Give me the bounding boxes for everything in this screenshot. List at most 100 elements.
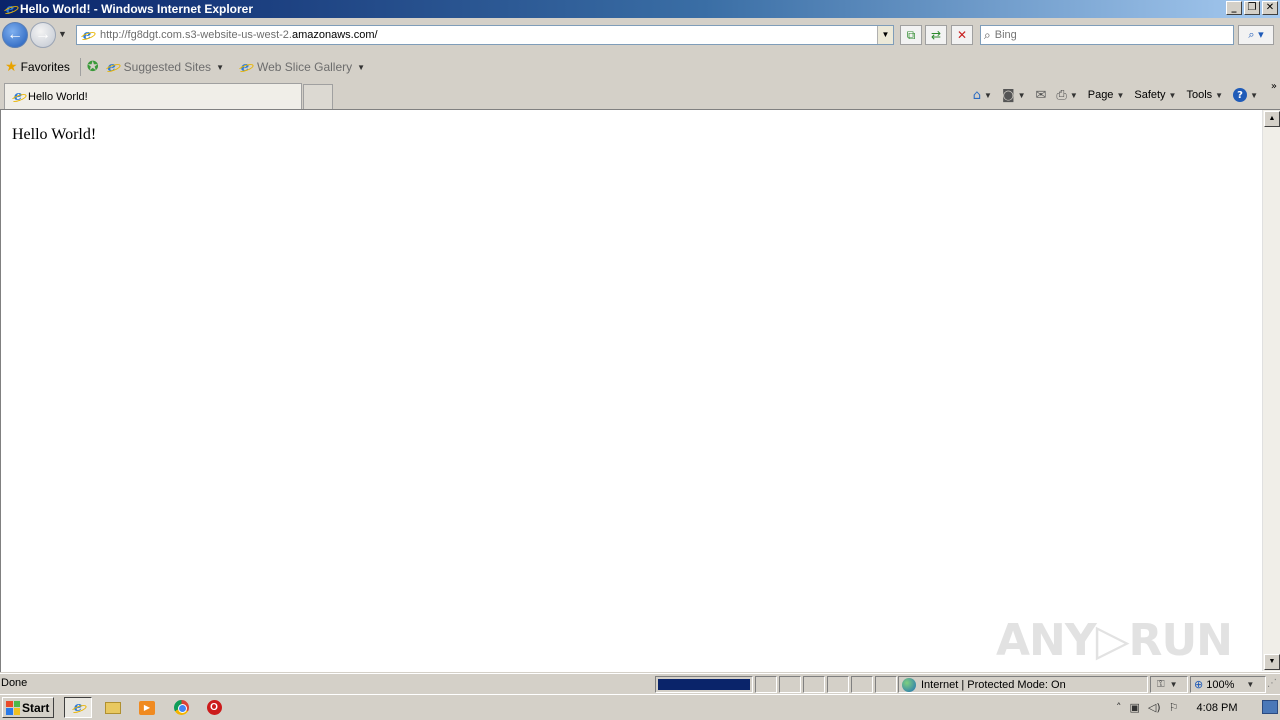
taskbar-chrome[interactable] xyxy=(167,697,195,718)
refresh-icon: ⇄ xyxy=(930,28,942,42)
chevron-down-icon: ▼ xyxy=(216,62,224,72)
back-button[interactable]: ← xyxy=(2,22,28,48)
recent-pages-dropdown[interactable]: ▼ xyxy=(58,29,67,39)
taskbar-internet-explorer[interactable]: e xyxy=(64,697,92,718)
mail-icon: ✉ xyxy=(1035,87,1047,103)
chevron-down-icon: ▼ xyxy=(357,62,366,72)
safety-menu[interactable]: Safety ▼ xyxy=(1134,89,1176,101)
title-bar: e Hello World! - Windows Internet Explor… xyxy=(0,0,1280,18)
address-url[interactable]: http://fg8dgt.com.s3-website-us-west-2.a… xyxy=(100,29,378,41)
zoom-button[interactable]: ⊕ 100% ▼ xyxy=(1190,676,1266,693)
zoom-text: 100% xyxy=(1206,678,1235,691)
start-button[interactable]: Start xyxy=(2,697,54,718)
window-controls: _ ❐ ✕ xyxy=(1226,1,1278,15)
chevron-down-icon: ▼ xyxy=(1017,90,1026,100)
refresh-button[interactable]: ⇄ xyxy=(925,25,947,45)
compatibility-view-button[interactable]: ⧉ xyxy=(900,25,922,45)
suggested-sites-link[interactable]: e Suggested Sites ▼ xyxy=(105,60,224,75)
home-button[interactable]: ⌂ ▼ xyxy=(973,88,992,103)
feeds-button[interactable]: ◙ ▼ xyxy=(1002,88,1026,103)
status-panel xyxy=(827,676,849,693)
command-bar: ⌂ ▼ ◙ ▼ ✉ ⎙ ▼ Page ▼ Safety ▼ Tools ▼ ? ▼ xyxy=(963,85,1272,105)
network-icon[interactable]: ▣ xyxy=(1130,701,1140,714)
taskbar-media-player[interactable]: ▶ xyxy=(133,697,161,718)
help-menu[interactable]: ? ▼ xyxy=(1233,88,1258,102)
printer-icon: ⎙ xyxy=(1056,87,1067,103)
chevron-down-icon: ▼ xyxy=(1069,90,1078,100)
show-desktop-button[interactable] xyxy=(1262,700,1278,714)
compatibility-icon: ⧉ xyxy=(906,28,916,42)
start-label: Start xyxy=(22,700,50,715)
scroll-down-button[interactable]: ▼ xyxy=(1264,654,1280,670)
add-to-favorites-bar-icon[interactable]: ✪ xyxy=(87,59,99,75)
suggested-sites-icon: e xyxy=(105,60,119,75)
close-button[interactable]: ✕ xyxy=(1262,1,1278,15)
status-panel xyxy=(851,676,873,693)
scroll-up-button[interactable]: ▲ xyxy=(1264,111,1280,127)
progress-fill xyxy=(658,679,750,690)
ie-logo-icon: e xyxy=(3,2,17,17)
action-center-flag-icon[interactable]: ⚐ xyxy=(1169,701,1179,714)
folder-icon xyxy=(105,701,121,714)
status-text: Done xyxy=(1,677,28,689)
tab-hello-world[interactable]: e Hello World! xyxy=(4,83,302,109)
address-bar[interactable]: e http://fg8dgt.com.s3-website-us-west-2… xyxy=(76,25,894,45)
more-commands-chevron-icon[interactable]: » xyxy=(1271,81,1277,92)
zoom-icon: ⊕ xyxy=(1194,678,1204,691)
taskbar-opera[interactable]: O xyxy=(200,697,228,718)
tools-menu-label: Tools xyxy=(1186,89,1213,101)
navigation-bar: ← → ▼ e http://fg8dgt.com.s3-website-us-… xyxy=(0,19,1280,53)
progress-bar xyxy=(655,676,753,693)
security-zone-panel[interactable]: Internet | Protected Mode: On xyxy=(898,676,1148,693)
address-domain: amazonaws.com xyxy=(291,29,375,41)
tab-ie-icon: e xyxy=(11,89,25,104)
help-icon: ? xyxy=(1233,88,1248,102)
page-menu-label: Page xyxy=(1087,89,1114,101)
favorites-button[interactable]: ★ Favorites xyxy=(0,59,70,75)
volume-icon[interactable]: ◁) xyxy=(1148,701,1161,714)
chevron-down-icon: ▼ xyxy=(1246,680,1255,689)
search-box[interactable]: ⌕ xyxy=(980,25,1234,45)
page-ie-icon: e xyxy=(80,28,94,43)
address-dropdown-button[interactable]: ▼ xyxy=(877,26,893,44)
windows-logo-icon xyxy=(6,700,20,715)
tools-menu[interactable]: Tools ▼ xyxy=(1186,89,1223,101)
print-button[interactable]: ⎙ ▼ xyxy=(1056,88,1077,103)
web-slice-gallery-link[interactable]: e Web Slice Gallery ▼ xyxy=(238,60,366,75)
status-panel xyxy=(755,676,777,693)
page-menu[interactable]: Page ▼ xyxy=(1088,89,1125,101)
page-content: Hello World! ▲ ▼ ANY▷RUN xyxy=(0,109,1280,672)
show-hidden-icons-icon[interactable]: ˄ xyxy=(1116,701,1122,714)
lock-icon: ⚿ xyxy=(1157,679,1165,690)
chevron-down-icon: ▼ xyxy=(984,90,992,100)
safety-menu-label: Safety xyxy=(1134,89,1166,101)
forward-button[interactable]: → xyxy=(30,22,56,48)
star-icon: ★ xyxy=(5,59,18,75)
minimize-button[interactable]: _ xyxy=(1226,1,1242,15)
window-title: Hello World! - Windows Internet Explorer xyxy=(20,2,254,16)
stop-button[interactable]: ✕ xyxy=(951,25,973,45)
rss-icon: ◙ xyxy=(1001,87,1015,103)
back-arrow-icon: ← xyxy=(7,26,23,43)
status-panel xyxy=(779,676,801,693)
new-tab-button[interactable] xyxy=(303,84,333,109)
search-provider-icon: ⌕ xyxy=(984,27,991,42)
resize-grip-icon[interactable]: ⋰ xyxy=(1267,678,1277,689)
address-suffix: / xyxy=(374,29,378,41)
chevron-down-icon: ▼ xyxy=(1215,90,1224,100)
forward-arrow-icon: → xyxy=(35,26,51,43)
protected-mode-button[interactable]: ⚿ ▼ xyxy=(1150,676,1188,693)
status-bar: Done Internet | Protected Mode: On ⚿ ▼ ⊕… xyxy=(0,673,1280,693)
search-input[interactable] xyxy=(994,29,1215,41)
opera-icon: O xyxy=(206,700,222,715)
page-body-text: Hello World! xyxy=(12,126,97,143)
clock[interactable]: 4:08 PM xyxy=(1197,702,1238,714)
restore-button[interactable]: ❐ xyxy=(1244,1,1260,15)
taskbar-explorer[interactable] xyxy=(99,697,127,718)
favorites-label: Favorites xyxy=(20,60,70,74)
vertical-scrollbar[interactable]: ▲ ▼ xyxy=(1262,110,1280,671)
chevron-down-icon: ▼ xyxy=(1168,90,1177,100)
search-button[interactable]: ⌕ ▾ xyxy=(1238,25,1274,45)
read-mail-button[interactable]: ✉ xyxy=(1036,88,1047,103)
suggested-sites-label: Suggested Sites xyxy=(123,60,212,74)
